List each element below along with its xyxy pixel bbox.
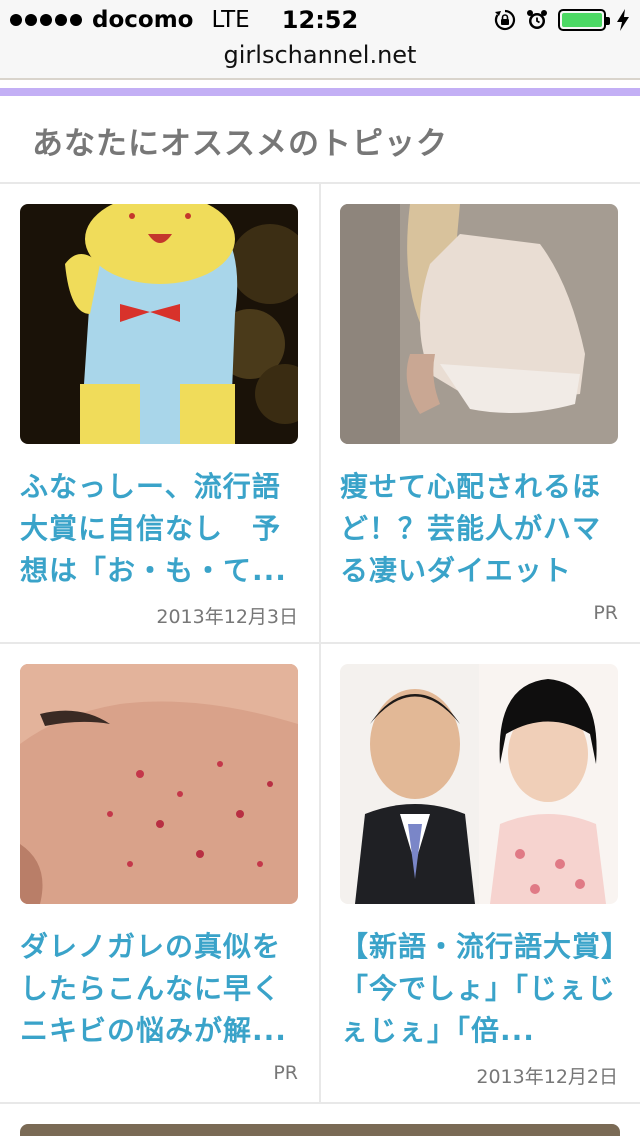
address-bar[interactable]: girlschannel.net [0, 40, 640, 78]
pr-label: PR [273, 1062, 298, 1084]
section-title: あなたにオススメのトピック [32, 126, 448, 162]
topic-thumbnail-image[interactable] [340, 204, 618, 444]
status-bar: docomo LTE 12:52 [0, 0, 640, 40]
grid-divider [0, 1102, 640, 1104]
topic-title-link[interactable]: 痩せて心配されるほど！？芸能人がハマる凄いダイエット [340, 466, 618, 592]
topic-thumbnail-image[interactable] [340, 664, 618, 904]
grid-divider [319, 184, 321, 642]
status-bar-right [494, 8, 630, 32]
topic-thumbnail-image[interactable] [20, 204, 298, 444]
address-bar-divider [0, 78, 640, 80]
battery-icon [558, 9, 610, 31]
rotation-lock-icon [494, 9, 516, 31]
battery-fill [562, 13, 602, 27]
topic-date: 2013年12月3日 [156, 606, 298, 628]
topic-card[interactable]: ダレノガレの真似をしたらこんなに早くニキビの悩みが解... PR [20, 664, 298, 1088]
next-topic-thumbnail-image[interactable] [20, 1124, 620, 1136]
pr-label: PR [593, 602, 618, 624]
topic-thumbnail-image[interactable] [20, 664, 298, 904]
alarm-icon [527, 10, 547, 29]
grid-divider [319, 644, 321, 1102]
topic-card[interactable]: 【新語・流行語大賞】「今でしょ」「じぇじぇじぇ」「倍... 2013年12月2日 [340, 664, 618, 1088]
topic-title-link[interactable]: 【新語・流行語大賞】「今でしょ」「じぇじぇじぇ」「倍... [340, 926, 618, 1052]
topic-title-link[interactable]: ダレノガレの真似をしたらこんなに早くニキビの悩みが解... [20, 926, 298, 1052]
topic-title-link[interactable]: ふなっしー、流行語大賞に自信なし 予想は「お・も・て... [20, 466, 298, 592]
topic-date: 2013年12月2日 [476, 1066, 618, 1088]
charging-bolt-icon [617, 9, 629, 31]
site-accent-bar [0, 88, 640, 96]
topic-card[interactable]: 痩せて心配されるほど！？芸能人がハマる凄いダイエット PR [340, 204, 618, 628]
topic-card[interactable]: ふなっしー、流行語大賞に自信なし 予想は「お・も・て... 2013年12月3日 [20, 204, 298, 628]
url-text[interactable]: girlschannel.net [224, 41, 417, 69]
